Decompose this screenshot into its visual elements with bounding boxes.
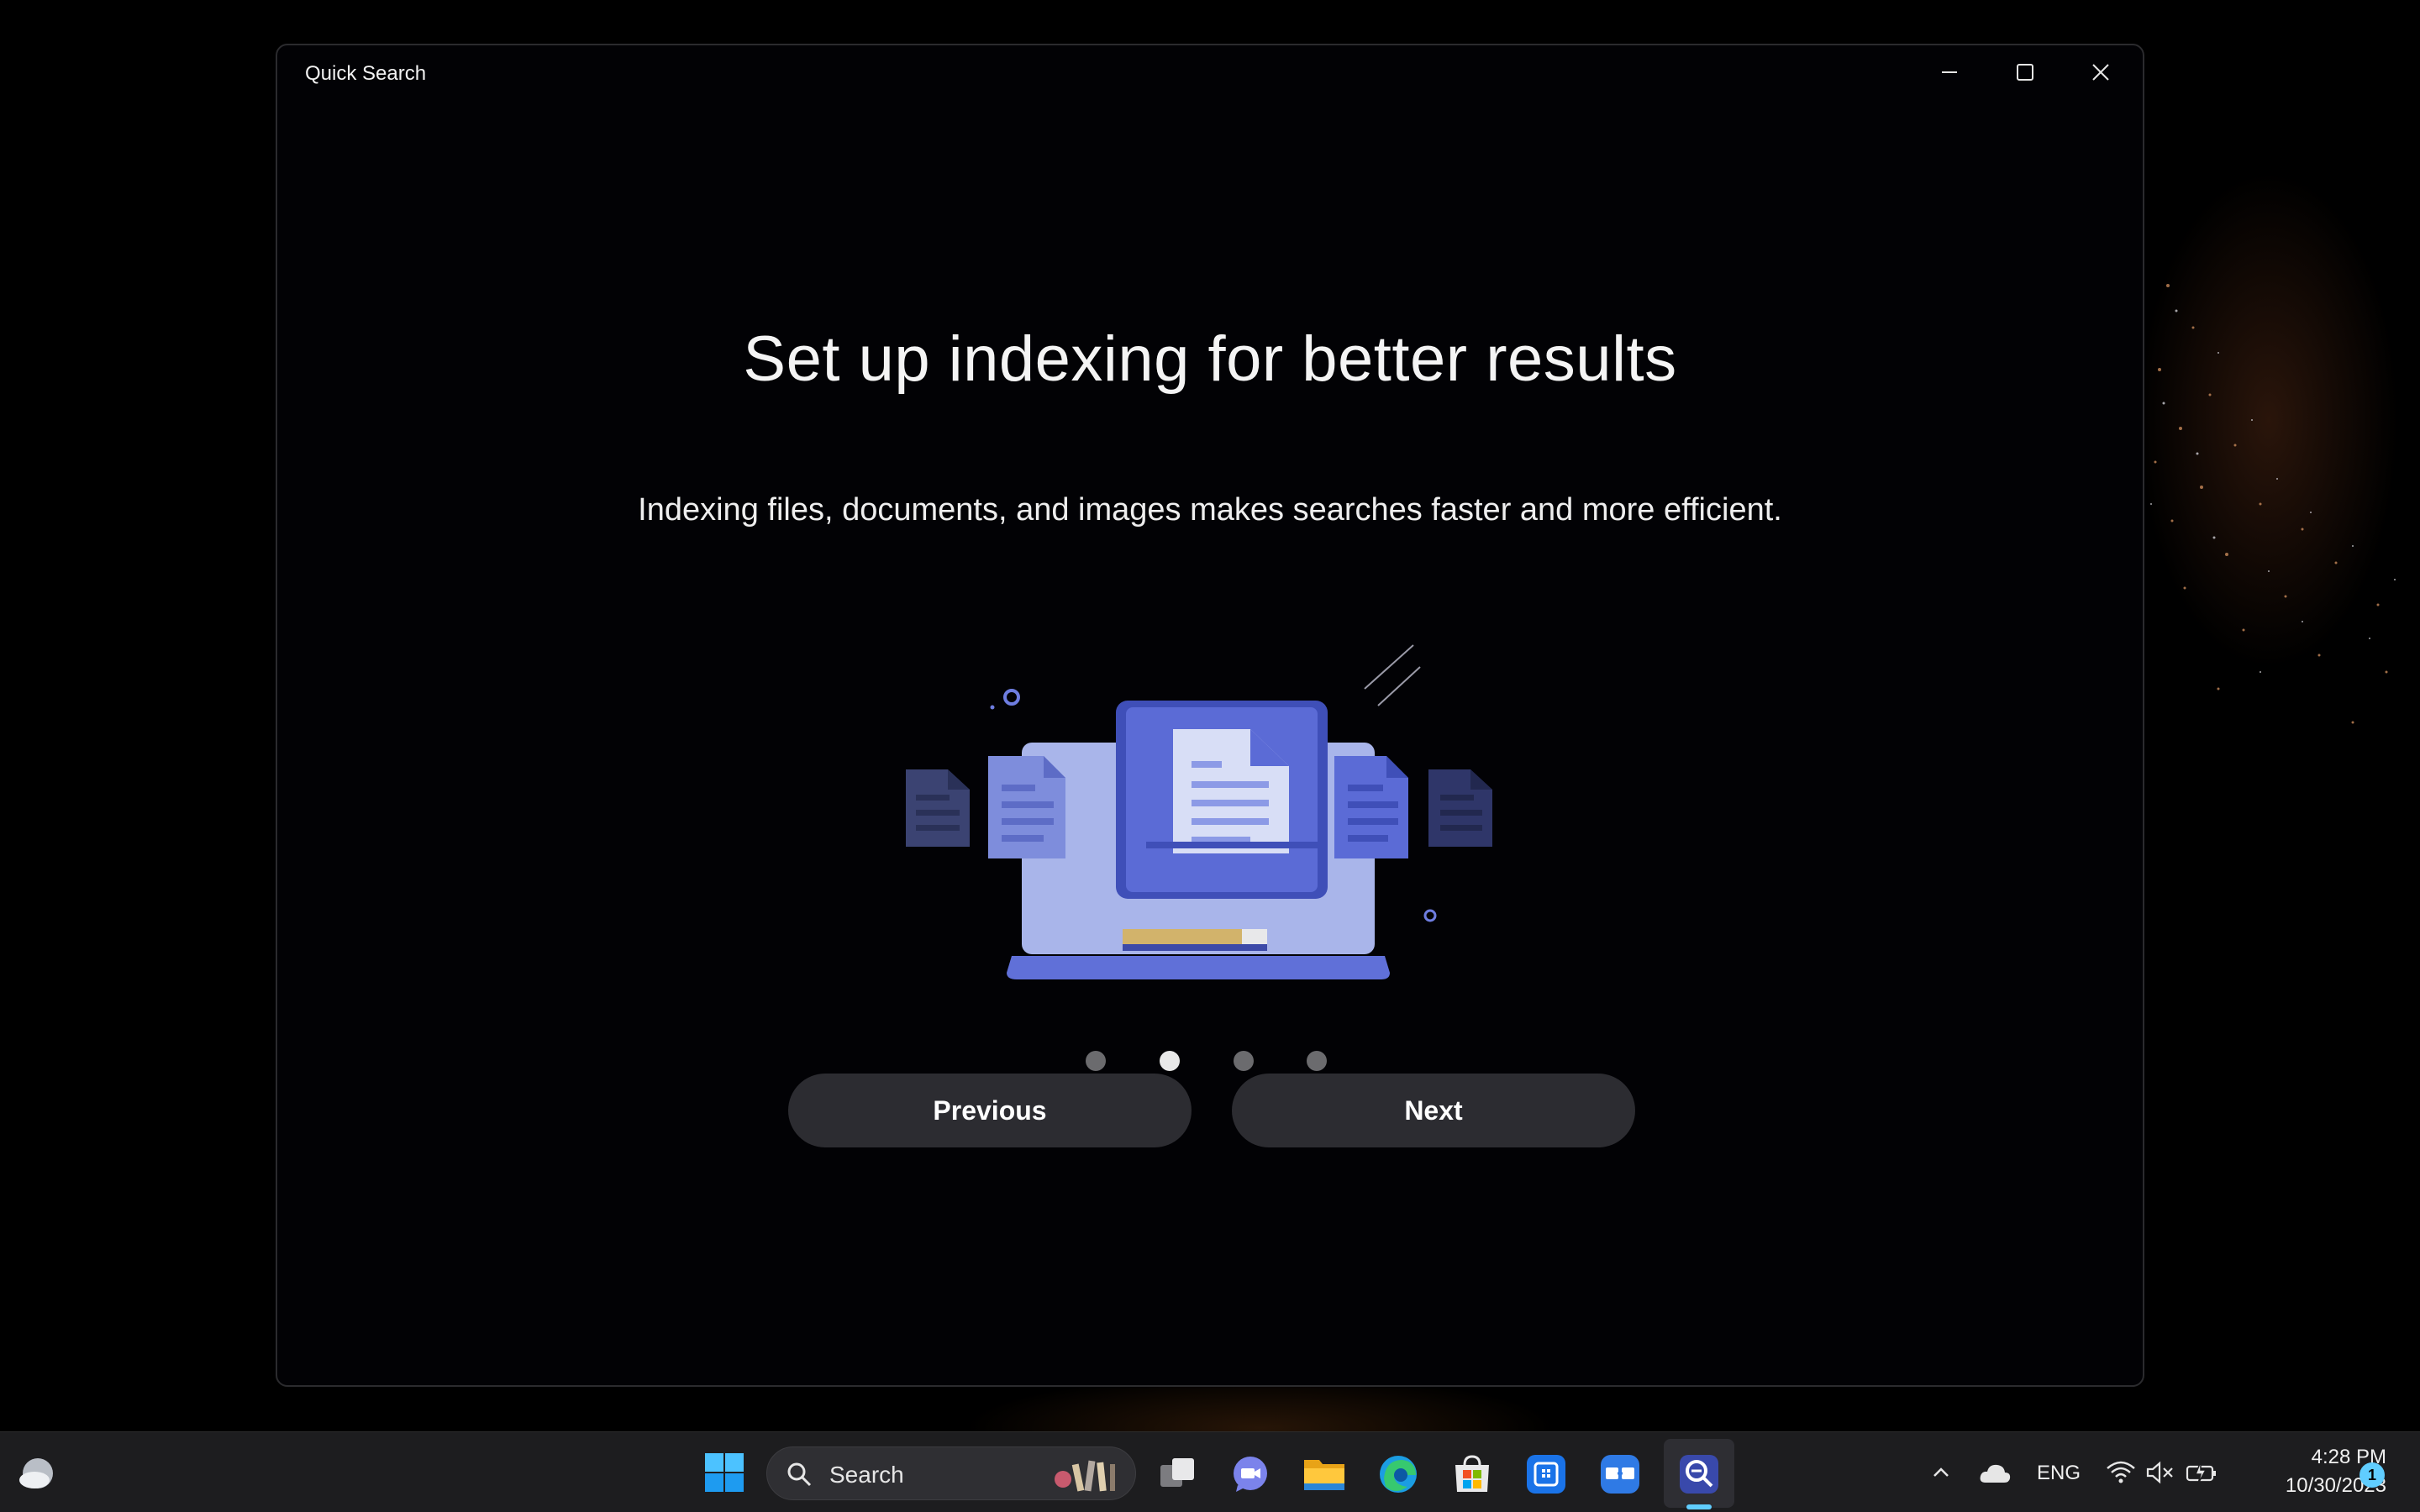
taskbar: Search ENG 4:28 PM 10/30/2023 1 xyxy=(0,1431,2420,1512)
page-subtitle: Indexing files, documents, and images ma… xyxy=(638,492,1782,528)
maximize-icon xyxy=(2017,64,2033,81)
page-dot-4[interactable] xyxy=(1307,1051,1327,1071)
weather-icon xyxy=(19,1458,53,1488)
task-view-icon xyxy=(1160,1458,1194,1487)
quick-search-taskbar-button[interactable] xyxy=(1676,1451,1723,1498)
title-bar[interactable]: Quick Search xyxy=(277,45,2143,99)
wallpaper-sparkles xyxy=(2150,284,2396,724)
page-dot-2-active[interactable] xyxy=(1160,1051,1180,1071)
weather-widget[interactable] xyxy=(13,1451,60,1498)
quick-search-window: Quick Search Set up indexing for better … xyxy=(276,44,2144,1387)
page-dot-3[interactable] xyxy=(1234,1051,1254,1071)
laptop-documents-illustration xyxy=(906,644,1492,979)
screen-app-icon xyxy=(1601,1455,1639,1494)
page-title: Set up indexing for better results xyxy=(743,323,1677,395)
teams-chat-button[interactable] xyxy=(1227,1451,1274,1498)
cloud-icon xyxy=(1980,1464,2011,1483)
start-button[interactable] xyxy=(701,1449,748,1496)
language-indicator[interactable]: ENG xyxy=(2037,1462,2081,1485)
close-icon xyxy=(2092,64,2109,81)
microsoft-store-icon xyxy=(1455,1455,1489,1492)
battery-charging-icon xyxy=(2186,1461,2216,1484)
teams-chat-icon xyxy=(1234,1457,1267,1492)
task-view-button[interactable] xyxy=(1155,1451,1202,1498)
app-button[interactable] xyxy=(1523,1451,1570,1498)
file-explorer-button[interactable] xyxy=(1301,1451,1348,1498)
battery-button[interactable] xyxy=(2183,1456,2220,1489)
chevron-up-icon xyxy=(1933,1467,1949,1477)
wifi-icon xyxy=(2107,1461,2135,1483)
search-icon xyxy=(787,1462,812,1487)
next-button[interactable]: Next xyxy=(1232,1074,1635,1147)
windows-start-icon xyxy=(705,1453,744,1492)
volume-muted-icon xyxy=(2146,1461,2173,1484)
window-title: Quick Search xyxy=(305,62,427,85)
taskbar-search[interactable]: Search xyxy=(766,1446,1136,1500)
app-icon xyxy=(1527,1455,1565,1494)
search-highlight-icon xyxy=(1055,1460,1115,1492)
page-indicator xyxy=(1086,1051,1338,1074)
minimize-icon xyxy=(1942,71,1957,73)
search-label: Search xyxy=(829,1462,904,1488)
minimize-button[interactable] xyxy=(1912,45,1987,99)
previous-button[interactable]: Previous xyxy=(788,1074,1192,1147)
notification-badge[interactable]: 1 xyxy=(2360,1462,2385,1488)
file-explorer-icon xyxy=(1304,1460,1344,1490)
screen-app-button[interactable] xyxy=(1597,1451,1644,1498)
active-app-indicator xyxy=(1686,1504,1712,1509)
edge-icon xyxy=(1380,1456,1417,1493)
quick-search-icon xyxy=(1680,1455,1718,1494)
maximize-button[interactable] xyxy=(1987,45,2063,99)
edge-button[interactable] xyxy=(1375,1451,1422,1498)
close-button[interactable] xyxy=(2063,45,2139,99)
microsoft-store-button[interactable] xyxy=(1449,1451,1496,1498)
volume-button[interactable] xyxy=(2143,1456,2176,1489)
show-hidden-icons-button[interactable] xyxy=(1926,1457,1956,1488)
page-dot-1[interactable] xyxy=(1086,1051,1106,1071)
onedrive-button[interactable] xyxy=(1976,1456,2013,1489)
network-button[interactable] xyxy=(2104,1456,2138,1489)
